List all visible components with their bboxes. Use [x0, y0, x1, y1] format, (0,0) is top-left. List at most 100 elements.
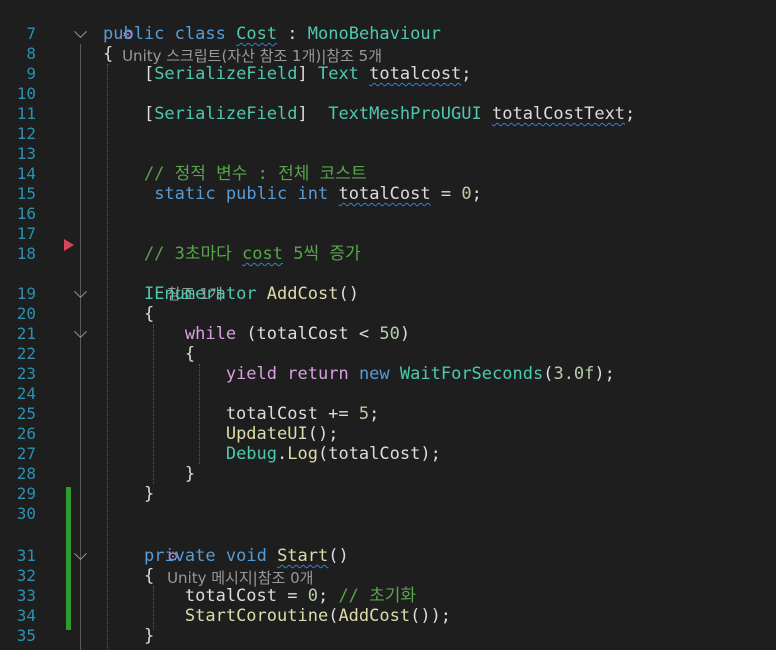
code-line[interactable]: 17 [0, 224, 776, 244]
code-text: yield return new WaitForSeconds(3.0f); [103, 364, 615, 384]
code-line[interactable]: 9 [SerializeField] Text totalcost; [0, 64, 776, 84]
code-token: Debug [225, 444, 278, 464]
code-token: : [277, 24, 308, 44]
code-line[interactable]: 13 [0, 144, 776, 164]
code-line[interactable]: 29 } [0, 484, 776, 504]
code-line[interactable]: 16 [0, 204, 776, 224]
line-number: 17 [16, 224, 36, 243]
code-token: TextMeshProUGUI [328, 104, 482, 124]
code-token: } [103, 626, 155, 646]
code-token: { [103, 304, 155, 324]
code-token: SerializeField [154, 64, 298, 84]
code-token: static [154, 184, 216, 204]
code-line[interactable]: 35 } [0, 626, 776, 646]
line-number: 10 [16, 84, 36, 103]
code-line[interactable]: 7 public class Cost : MonoBehaviour [0, 24, 776, 44]
code-token: ; [625, 104, 636, 124]
line-number: 26 [16, 424, 36, 443]
code-line[interactable]: 8{ [0, 44, 776, 64]
chevron-down-icon[interactable] [74, 285, 87, 299]
code-line[interactable]: 26 UpdateUI(); [0, 424, 776, 444]
line-number: 30 [16, 504, 36, 523]
code-line[interactable]: 20 { [0, 304, 776, 324]
line-number: 27 [16, 444, 36, 463]
line-number: 29 [16, 484, 36, 503]
code-token: UpdateUI [225, 424, 308, 444]
codelens-class[interactable]: ⚙ Unity 스크립트(자산 참조 1개)|참조 5개 [103, 4, 382, 65]
code-line[interactable]: 18 // 3초마다 cost 5씩 증가 [0, 244, 776, 264]
code-token: 0 [461, 184, 472, 204]
code-line[interactable]: 19 IEnumerator AddCost() [0, 284, 776, 304]
code-token: ] [297, 104, 329, 124]
code-line[interactable]: 25 totalCost += 5; [0, 404, 776, 424]
code-line[interactable]: 30 [0, 504, 776, 524]
line-number: 32 [16, 566, 36, 585]
code-token: void [225, 546, 267, 566]
code-token: totalCost [338, 184, 431, 204]
code-text: totalCost += 5; [103, 404, 380, 424]
code-line[interactable]: 14 // 정적 변수 : 전체 코스트 [0, 164, 776, 184]
code-token: 5씩 증가 [283, 244, 361, 264]
code-token: while [184, 324, 237, 344]
line-number: 23 [16, 364, 36, 383]
line-number: 19 [16, 284, 36, 303]
line-number: 21 [16, 324, 36, 343]
code-token: 0 [307, 586, 318, 606]
code-token: } [103, 484, 155, 504]
code-token: AddCost [338, 606, 411, 626]
code-token: { [103, 44, 114, 64]
code-editor[interactable]: ⚙ Unity 스크립트(자산 참조 1개)|참조 5개 참조 1개 ⚙ Uni… [0, 0, 776, 650]
line-number: 18 [16, 244, 36, 263]
chevron-down-icon[interactable] [74, 25, 87, 39]
code-token: // 초기화 [338, 586, 417, 606]
code-line[interactable]: 32 { [0, 566, 776, 586]
code-line[interactable]: 31 private void Start() [0, 546, 776, 566]
code-line[interactable]: 12 [0, 124, 776, 144]
code-line[interactable]: 27 Debug.Log(totalCost); [0, 444, 776, 464]
line-number: 22 [16, 344, 36, 363]
code-text: // 정적 변수 : 전체 코스트 [103, 164, 367, 184]
code-token: MonoBehaviour [307, 24, 441, 44]
code-token: SerializeField [154, 104, 298, 124]
code-token: () [328, 546, 349, 566]
code-text: [SerializeField] Text totalcost; [103, 64, 472, 84]
code-token: Log [287, 444, 318, 464]
code-token: totalCost += [103, 404, 359, 424]
code-line[interactable]: 15 static public int totalCost = 0; [0, 184, 776, 204]
code-token: { [103, 344, 196, 364]
line-number: 13 [16, 144, 36, 163]
chevron-down-icon[interactable] [74, 547, 87, 561]
code-token: ; [461, 64, 472, 84]
codelens-method[interactable]: 참조 1개 [148, 264, 223, 303]
code-line[interactable]: 34 StartCoroutine(AddCost()); [0, 606, 776, 626]
code-line[interactable]: 22 { [0, 344, 776, 364]
code-text: static public int totalCost = 0; [103, 184, 482, 204]
code-line[interactable]: 24 [0, 384, 776, 404]
code-line[interactable]: 21 while (totalCost < 50) [0, 324, 776, 344]
code-token: ; [317, 586, 339, 606]
code-line[interactable]: 10 [0, 84, 776, 104]
code-line[interactable]: 11 [SerializeField] TextMeshProUGUI tota… [0, 104, 776, 124]
code-token: { [103, 566, 155, 586]
line-number: 25 [16, 404, 36, 423]
code-line[interactable]: 33 totalCost = 0; // 초기화 [0, 586, 776, 606]
chevron-down-icon[interactable] [74, 325, 87, 339]
code-token: yield [225, 364, 278, 384]
code-token: IEnumerator [143, 284, 257, 304]
code-text: StartCoroutine(AddCost()); [103, 606, 451, 626]
code-token: // 3초마다 [103, 244, 243, 264]
line-number: 15 [16, 184, 36, 203]
code-token: class [174, 24, 226, 44]
code-line[interactable]: 28 } [0, 464, 776, 484]
code-token: // 정적 변수 : 전체 코스트 [103, 164, 367, 184]
codelens-start[interactable]: ⚙ Unity 메시지|참조 0개 [148, 526, 313, 587]
code-line[interactable]: 23 yield return new WaitForSeconds(3.0f)… [0, 364, 776, 384]
